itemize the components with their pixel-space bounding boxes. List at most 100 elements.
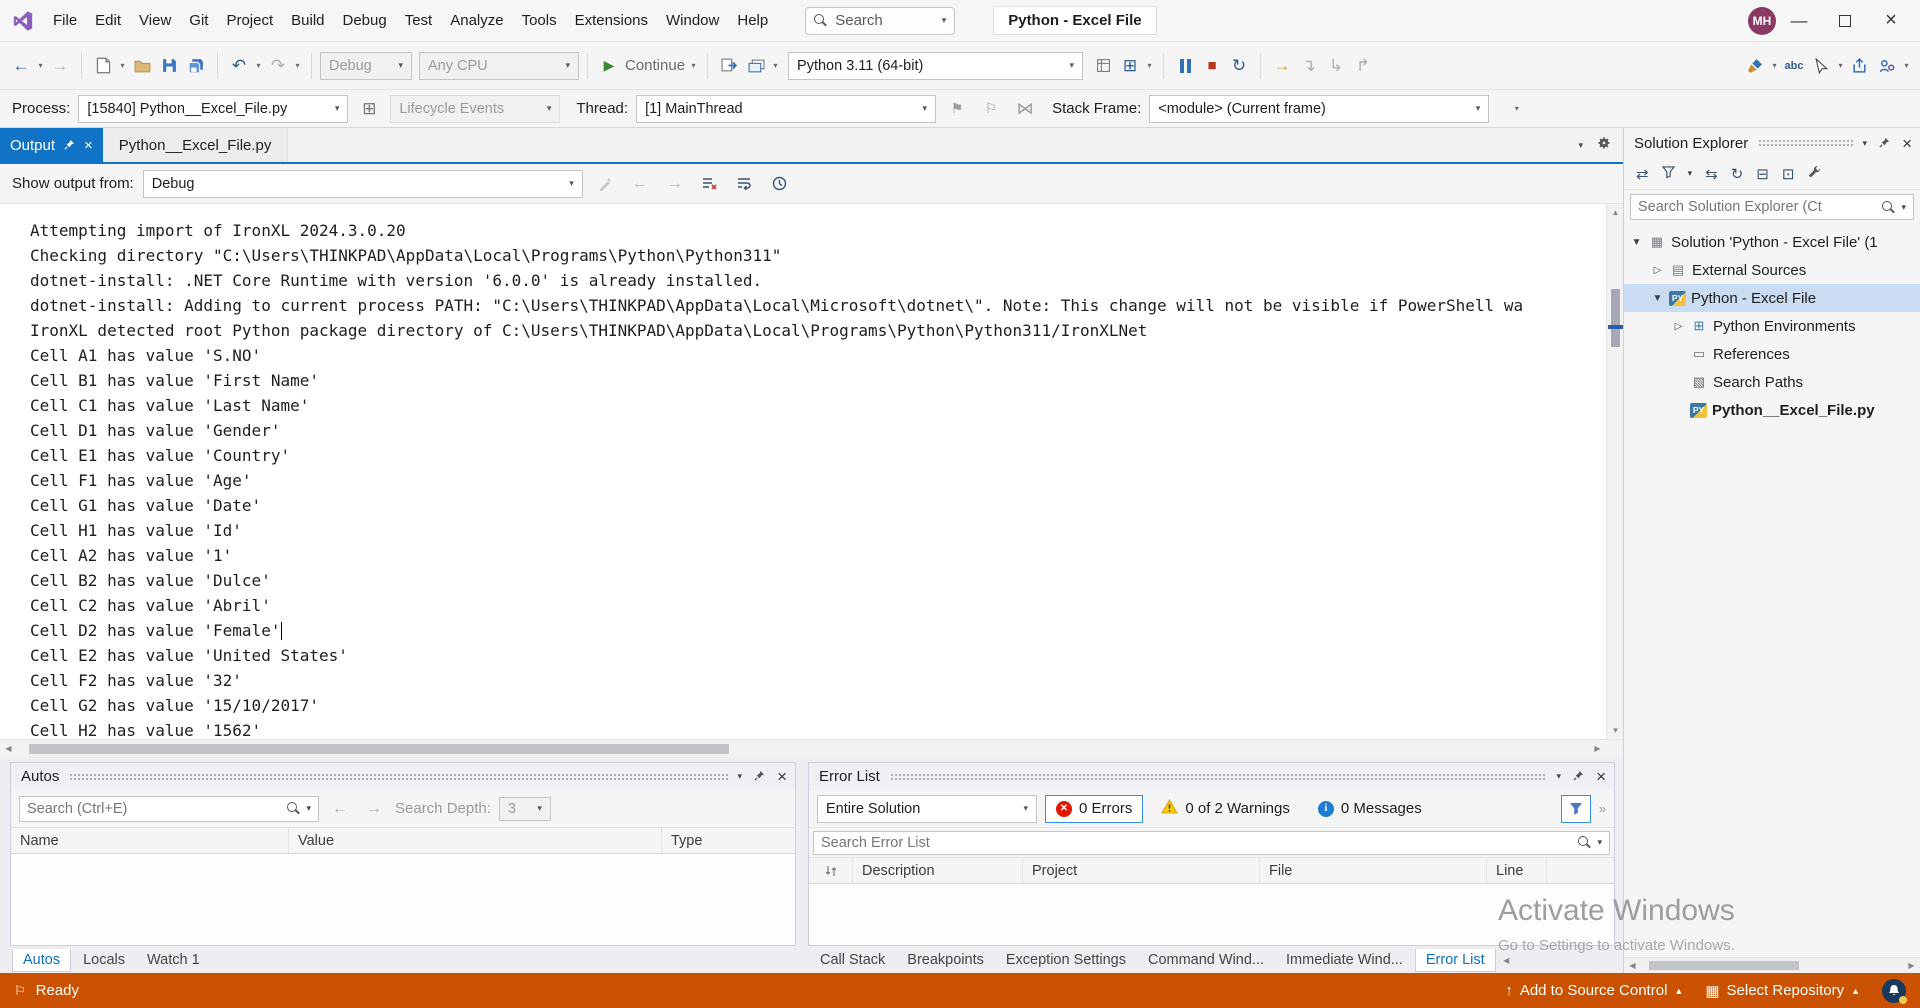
pin-icon[interactable] (64, 137, 75, 154)
switch-views-icon[interactable]: ⇄ (1636, 165, 1649, 183)
maximize-button[interactable] (1822, 1, 1868, 41)
menu-help[interactable]: Help (728, 12, 777, 29)
scroll-left-icon[interactable]: ◀ (0, 740, 17, 757)
tab-autos[interactable]: Autos (12, 949, 71, 972)
stop-debugging-icon[interactable]: ■ (1199, 52, 1225, 80)
tab-breakpoints[interactable]: Breakpoints (897, 949, 994, 971)
package-icon[interactable] (1090, 52, 1116, 80)
autos-header[interactable]: Autos ▾ × (11, 763, 795, 790)
menu-tools[interactable]: Tools (513, 12, 566, 29)
live-share-icon[interactable] (1874, 52, 1900, 80)
collapsed-arrow-icon[interactable]: ▷ (1651, 265, 1664, 276)
horizontal-scroll-track[interactable] (17, 740, 1589, 757)
notifications-bell-button[interactable] (1882, 979, 1906, 1003)
vertical-scroll-thumb[interactable] (1611, 289, 1620, 347)
menu-git[interactable]: Git (180, 12, 217, 29)
window-position-chevron-icon[interactable]: ▾ (738, 771, 743, 782)
column-header-name[interactable]: Name (11, 828, 289, 853)
close-button[interactable]: × (1868, 1, 1914, 41)
new-file-icon[interactable] (90, 52, 116, 80)
messages-filter-button[interactable]: i 0 Messages (1308, 795, 1432, 823)
show-threads-in-source-icon[interactable]: ⋈ (1012, 95, 1038, 123)
navigate-backward-icon[interactable]: ← (8, 52, 34, 80)
close-icon[interactable]: × (1596, 768, 1606, 785)
table-layout-dropdown[interactable]: ▾ (1144, 52, 1155, 80)
menu-project[interactable]: Project (217, 12, 282, 29)
continue-play-icon[interactable]: ▶ (596, 52, 622, 80)
table-layout-icon[interactable]: ⊞ (1117, 52, 1143, 80)
default-order-column[interactable] (809, 858, 853, 883)
column-header-value[interactable]: Value (289, 828, 662, 853)
close-icon[interactable]: × (1902, 135, 1912, 152)
step-out-icon[interactable]: ↱ (1350, 52, 1376, 80)
tab-output[interactable]: Output × (0, 128, 103, 162)
tab-error-list[interactable]: Error List (1415, 949, 1496, 972)
solution-explorer-header[interactable]: Solution Explorer ▾ × (1624, 128, 1920, 158)
minimize-button[interactable]: — (1776, 1, 1822, 41)
autos-body[interactable] (11, 854, 795, 945)
scroll-up-icon[interactable]: ▲ (1607, 204, 1624, 221)
scope-dropdown[interactable]: Entire Solution▾ (817, 795, 1037, 823)
toolbar-options-icon[interactable]: ▾ (1511, 95, 1522, 123)
solution-explorer-search-box[interactable]: ▾ (1630, 194, 1914, 220)
toolbar-overflow-icon[interactable]: ▾ (1901, 52, 1912, 80)
search-depth-dropdown[interactable]: 3▾ (499, 797, 551, 821)
tab-python-excel-file[interactable]: Python__Excel_File.py (103, 128, 289, 162)
show-all-files-icon[interactable]: ⊡ (1782, 165, 1795, 183)
lifecycle-events-dropdown[interactable]: Lifecycle Events▾ (390, 95, 560, 123)
expanded-arrow-icon[interactable]: ▼ (1651, 293, 1664, 304)
navigate-forward-icon[interactable]: → (47, 52, 73, 80)
toolbar-overflow-icon[interactable]: » (1599, 801, 1606, 816)
tree-item-external-sources[interactable]: ▷External Sources (1624, 256, 1920, 284)
warnings-filter-button[interactable]: 0 of 2 Warnings (1151, 795, 1300, 823)
scroll-down-icon[interactable]: ▼ (1607, 722, 1624, 739)
menu-extensions[interactable]: Extensions (566, 12, 657, 29)
error-list-header[interactable]: Error List ▾ × (809, 763, 1614, 790)
process-dropdown[interactable]: [15840] Python__Excel_File.py▾ (78, 95, 348, 123)
pin-icon[interactable] (1879, 135, 1890, 152)
pause-icon[interactable] (1172, 52, 1198, 80)
multi-monitor-icon[interactable] (743, 52, 769, 80)
undo-dropdown[interactable]: ▾ (253, 52, 264, 80)
scroll-left-icon[interactable]: ◀ (1624, 957, 1641, 974)
tab-scroll-left-icon[interactable]: ◀ (1498, 952, 1515, 969)
gear-icon[interactable] (1597, 136, 1611, 154)
window-position-chevron-icon[interactable]: ▾ (1863, 138, 1868, 149)
column-header-line[interactable]: Line (1487, 858, 1547, 883)
new-file-dropdown[interactable]: ▾ (117, 52, 128, 80)
refresh-icon[interactable]: ↻ (1731, 165, 1744, 183)
platform-dropdown[interactable]: Any CPU▾ (419, 52, 579, 80)
previous-message-icon[interactable]: ← (627, 171, 653, 197)
error-list-body[interactable] (809, 884, 1614, 945)
expanded-arrow-icon[interactable]: ▼ (1630, 237, 1643, 248)
properties-wrench-icon[interactable] (1807, 165, 1821, 183)
tab-command-wind[interactable]: Command Wind... (1138, 949, 1274, 971)
window-position-chevron-icon[interactable]: ▾ (1578, 140, 1583, 151)
menu-window[interactable]: Window (657, 12, 728, 29)
tree-item-python-excel-file-py[interactable]: PYPython__Excel_File.py (1624, 396, 1920, 424)
tab-watch-1[interactable]: Watch 1 (137, 949, 210, 971)
lifecycle-events-icon[interactable]: ⊞ (356, 95, 382, 123)
save-all-icon[interactable] (183, 52, 209, 80)
autos-search-input[interactable] (27, 801, 281, 817)
chevron-down-icon[interactable]: ▾ (942, 15, 947, 26)
scroll-thumb[interactable] (1649, 961, 1799, 970)
flag-outline-icon[interactable]: ⚐ (978, 95, 1004, 123)
window-position-chevron-icon[interactable]: ▾ (1557, 771, 1562, 782)
next-message-icon[interactable]: → (662, 171, 688, 197)
menu-debug[interactable]: Debug (334, 12, 396, 29)
python-environment-dropdown[interactable]: Python 3.11 (64-bit)▾ (788, 52, 1083, 80)
clear-all-icon[interactable] (697, 171, 723, 197)
error-search-input[interactable] (821, 835, 1572, 851)
filter-dropdown-icon[interactable]: ▾ (1688, 168, 1693, 179)
account-avatar[interactable]: MH (1748, 7, 1776, 35)
restart-icon[interactable]: ↻ (1226, 52, 1252, 80)
solution-explorer-search-input[interactable] (1638, 199, 1876, 215)
thread-dropdown[interactable]: [1] MainThread▾ (636, 95, 936, 123)
step-over-icon[interactable]: ↳ (1323, 52, 1349, 80)
step-into-icon[interactable]: ↴ (1296, 52, 1322, 80)
code-cleanup-icon[interactable] (1742, 52, 1768, 80)
code-cleanup-dropdown[interactable]: ▾ (1769, 52, 1780, 80)
chevron-down-icon[interactable]: ▾ (306, 803, 311, 814)
search-box[interactable]: Search ▾ (805, 7, 955, 35)
